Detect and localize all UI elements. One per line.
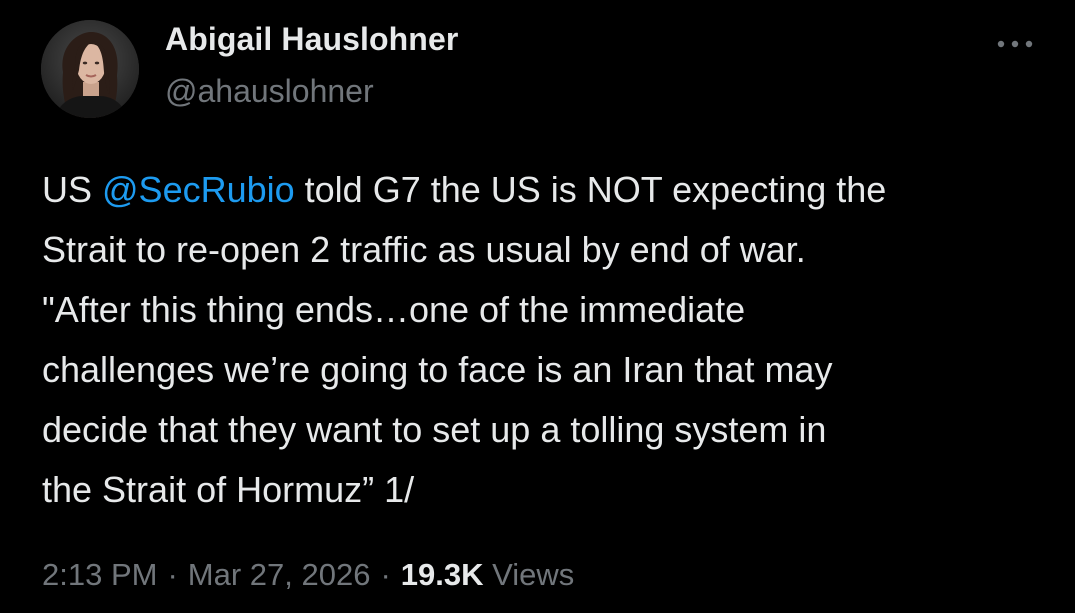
tweet-line: Strait to re-open 2 traffic as usual by …	[42, 229, 806, 270]
user-handle[interactable]: @ahauslohner	[165, 73, 374, 110]
more-horizontal-icon	[997, 40, 1033, 48]
more-options-button[interactable]	[992, 26, 1038, 62]
tweet-text: US @SecRubio told G7 the US is NOT expec…	[42, 160, 1042, 520]
tweet-line: challenges we’re going to face is an Ira…	[42, 349, 833, 390]
tweet-line: the Strait of Hormuz” 1/	[42, 469, 415, 510]
display-name[interactable]: Abigail Hauslohner	[165, 21, 458, 58]
profile-photo-icon	[41, 20, 139, 118]
views-count[interactable]: 19.3K	[401, 557, 484, 592]
views-label: Views	[492, 557, 575, 592]
tweet-text-segment: told G7 the US is NOT expecting the	[294, 169, 887, 210]
avatar[interactable]	[41, 20, 139, 118]
tweet-line: US @SecRubio told G7 the US is NOT expec…	[42, 160, 1042, 220]
meta-separator: ·	[167, 557, 178, 592]
tweet-meta: 2:13 PM · Mar 27, 2026 · 19.3K Views	[42, 557, 574, 593]
tweet-text-segment: US	[42, 169, 103, 210]
tweet-line: "After this thing ends…one of the immedi…	[42, 289, 746, 330]
tweet-date[interactable]: Mar 27, 2026	[188, 557, 371, 592]
tweet-card: Abigail Hauslohner @ahauslohner US @SecR…	[0, 0, 1075, 613]
meta-separator: ·	[380, 557, 391, 592]
mention-link[interactable]: @SecRubio	[102, 169, 295, 210]
tweet-line: decide that they want to set up a tollin…	[42, 409, 827, 450]
tweet-time[interactable]: 2:13 PM	[42, 557, 157, 592]
